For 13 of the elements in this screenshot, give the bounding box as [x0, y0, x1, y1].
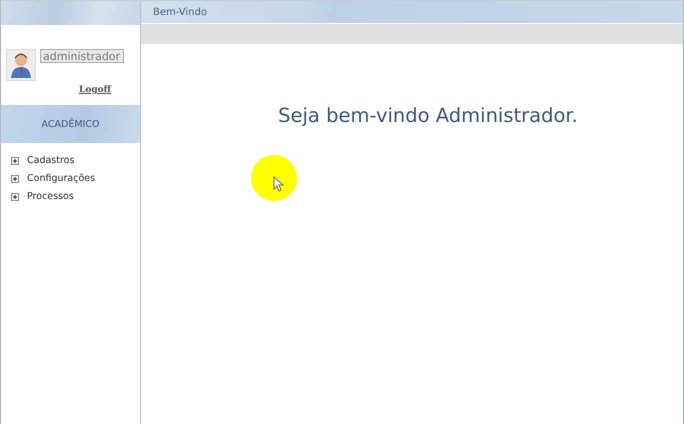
- menu-item[interactable]: Cadastros: [27, 155, 74, 166]
- tab-title[interactable]: Bem-Vindo: [153, 6, 207, 18]
- expand-icon[interactable]: [11, 174, 19, 182]
- menu-item[interactable]: Processos: [27, 191, 74, 202]
- logoff-link[interactable]: Logoff: [79, 85, 140, 95]
- menu-item[interactable]: Configurações: [27, 173, 96, 184]
- section-title: ACADÊMICO: [42, 118, 100, 130]
- expand-icon[interactable]: [11, 192, 19, 200]
- welcome-message: Seja bem-vindo Administrador.: [278, 104, 578, 129]
- cursor-highlight-drawing: [250, 154, 298, 202]
- user-avatar-icon: [6, 49, 36, 81]
- username-field[interactable]: administrador: [40, 49, 124, 63]
- expand-icon[interactable]: [11, 156, 19, 164]
